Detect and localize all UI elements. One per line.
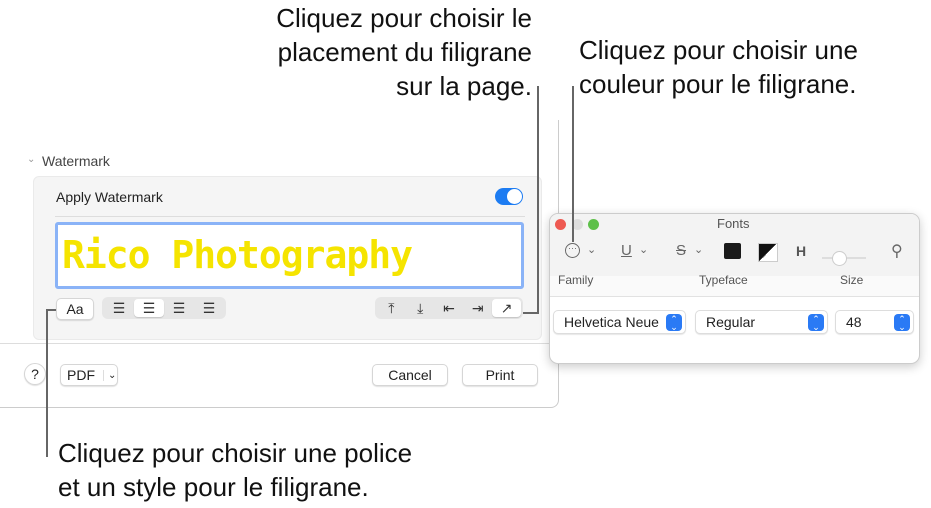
chevron-down-icon[interactable]: ⌄ [694,243,703,256]
diagonal-arrow-icon[interactable]: ↗ [492,299,521,317]
separator [55,216,525,217]
zoom-button[interactable] [588,219,599,230]
align-justify-icon[interactable]: ☰ [194,299,224,317]
shadow-icon[interactable]: H [796,243,806,259]
callout-line: placement du filigrane [277,37,532,67]
close-button[interactable] [555,219,566,230]
search-icon[interactable]: ⚲ [891,241,903,261]
leader-line [537,86,539,314]
underline-icon[interactable]: U [621,242,632,259]
stepper-icon: ⌃ ⌄ [666,314,682,332]
watermark-text-field[interactable]: Rico Photography [55,222,524,289]
callout-placement: Cliquez pour choisir le placement du fil… [200,1,532,103]
leader-line [523,312,539,314]
font-button[interactable]: Aa [56,298,94,320]
callout-line: Cliquez pour choisir une police [58,438,413,468]
pdf-menu-button[interactable]: PDF ⌄ [60,364,118,386]
align-left-icon[interactable]: ☰ [104,299,134,317]
text-color-swatch[interactable] [724,243,741,259]
typeface-value: Regular [706,314,756,330]
align-right-icon[interactable]: ☰ [164,299,194,317]
leader-line [46,309,48,457]
alignment-group: ☰ ☰ ☰ ☰ [102,297,226,319]
chevron-down-icon: ⌄ [103,369,116,381]
callout-line: Cliquez pour choisir le [276,3,532,33]
print-button[interactable]: Print [462,364,538,386]
family-value: Helvetica Neue [564,314,659,330]
size-value: 48 [846,314,862,330]
stepper-icon: ⌃ ⌄ [808,314,824,332]
section-title: Watermark [42,153,110,169]
toggle-knob [507,189,522,204]
divider [0,343,558,344]
align-center-icon[interactable]: ☰ [134,299,164,317]
help-button[interactable]: ? [24,363,46,385]
typeface-select[interactable]: Regular ⌃ ⌄ [695,310,828,334]
callout-line: et un style pour le filigrane. [58,472,369,502]
chevron-down-icon[interactable]: ⌄ [639,243,648,256]
align-end-icon[interactable]: ⇥ [463,299,492,317]
column-typeface: Typeface [699,273,748,287]
align-top-icon[interactable]: ⤒ [377,299,406,317]
watermark-text: Rico Photography [62,233,413,277]
chevron-down-icon[interactable]: ⌄ [587,243,596,256]
callout-line: couleur pour le filigrane. [579,69,857,99]
family-select[interactable]: Helvetica Neue ⌃ ⌄ [553,310,686,334]
apply-label: Apply Watermark [56,189,163,205]
cancel-button[interactable]: Cancel [372,364,448,386]
slider-knob[interactable] [832,251,847,266]
leader-line [46,309,56,311]
fonts-window [549,213,920,364]
shadow-slider[interactable] [822,251,866,266]
callout-line: sur la page. [396,71,532,101]
align-start-icon[interactable]: ⇤ [435,299,464,317]
fonts-title: Fonts [717,216,750,231]
chevron-down-icon[interactable]: ⌄ [27,154,35,165]
text-effects-icon[interactable]: ··· [565,243,580,258]
column-size: Size [840,273,864,287]
pdf-label: PDF [67,367,95,383]
position-group: ⤒ ⤓ ⇤ ⇥ ↗ [375,297,523,319]
stepper-icon: ⌃ ⌄ [894,314,910,332]
apply-toggle[interactable] [495,188,523,205]
size-select[interactable]: 48 ⌃ ⌄ [835,310,914,334]
strikethrough-icon[interactable]: S [676,242,686,259]
leader-line [572,86,574,242]
column-family: Family [558,273,594,287]
callout-font: Cliquez pour choisir une police et un st… [58,436,412,504]
document-color-swatch[interactable] [758,243,778,262]
callout-color: Cliquez pour choisir une couleur pour le… [579,33,858,101]
callout-line: Cliquez pour choisir une [579,35,858,65]
align-bottom-icon[interactable]: ⤓ [406,299,435,317]
